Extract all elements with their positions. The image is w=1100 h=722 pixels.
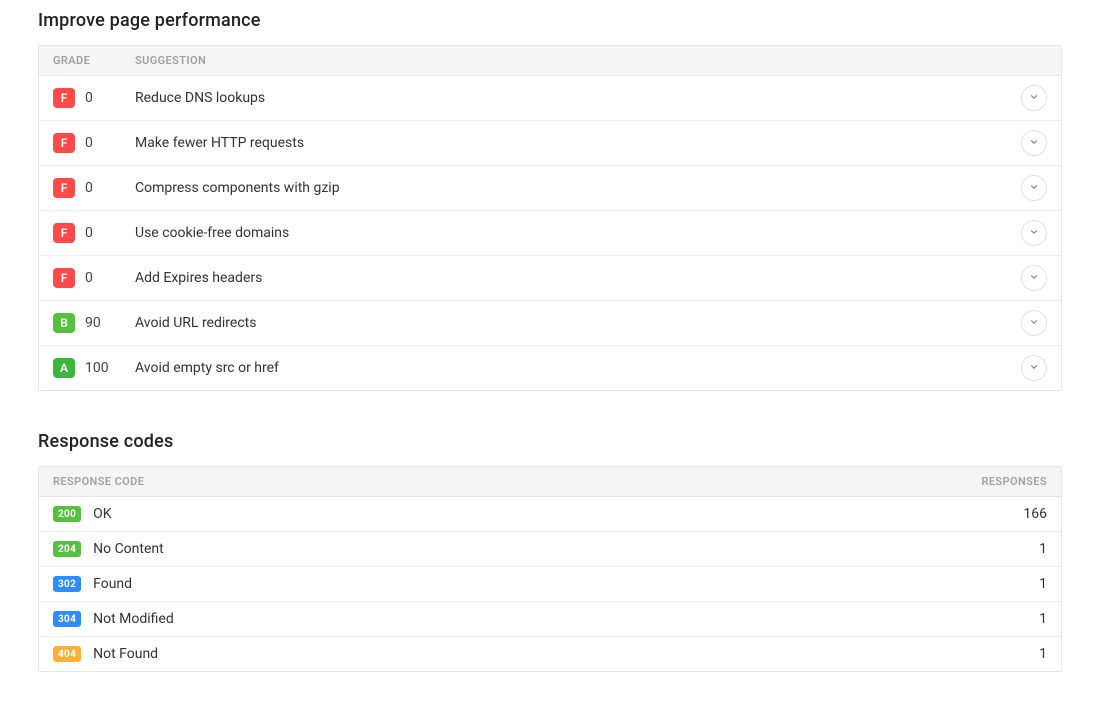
- performance-table-header: GRADE SUGGESTION: [39, 46, 1061, 76]
- expand-button[interactable]: [1021, 85, 1047, 111]
- expand-button[interactable]: [1021, 130, 1047, 156]
- grade-cell: F0: [53, 268, 135, 288]
- response-count: 1: [927, 611, 1047, 627]
- response-code-cell: 204 No Content: [53, 541, 927, 557]
- chevron-down-icon: [1029, 180, 1039, 196]
- expand-button[interactable]: [1021, 310, 1047, 336]
- header-suggestion: SUGGESTION: [135, 54, 1047, 67]
- chevron-down-icon: [1029, 315, 1039, 331]
- response-status-text: OK: [93, 506, 111, 522]
- responses-title: Response codes: [38, 431, 1062, 452]
- response-row: 304 Not Modified 1: [39, 602, 1061, 637]
- response-status-text: No Content: [93, 541, 164, 557]
- response-row: 404 Not Found 1: [39, 637, 1061, 671]
- response-code-cell: 200 OK: [53, 506, 927, 522]
- chevron-down-icon: [1029, 360, 1039, 376]
- responses-section: Response codes RESPONSE CODE RESPONSES 2…: [38, 431, 1062, 672]
- performance-row[interactable]: F0Compress components with gzip: [39, 166, 1061, 211]
- expand-button[interactable]: [1021, 220, 1047, 246]
- grade-cell: F0: [53, 178, 135, 198]
- expand-button[interactable]: [1021, 265, 1047, 291]
- grade-badge: F: [53, 178, 75, 198]
- chevron-down-icon: [1029, 270, 1039, 286]
- response-code-badge: 302: [53, 576, 81, 592]
- response-count: 1: [927, 646, 1047, 662]
- suggestion-text: Reduce DNS lookups: [135, 90, 1021, 106]
- performance-section: Improve page performance GRADE SUGGESTIO…: [38, 10, 1062, 391]
- grade-badge: F: [53, 133, 75, 153]
- suggestion-text: Compress components with gzip: [135, 180, 1021, 196]
- response-code-cell: 304 Not Modified: [53, 611, 927, 627]
- performance-row[interactable]: F0Make fewer HTTP requests: [39, 121, 1061, 166]
- performance-row[interactable]: F0Add Expires headers: [39, 256, 1061, 301]
- grade-cell: A 100: [53, 358, 135, 378]
- suggestion-text: Avoid URL redirects: [135, 315, 1021, 331]
- suggestion-text: Avoid empty src or href: [135, 360, 1021, 376]
- suggestion-text: Add Expires headers: [135, 270, 1021, 286]
- response-code-badge: 304: [53, 611, 81, 627]
- response-code-badge: 200: [53, 506, 81, 522]
- grade-score: 90: [85, 315, 101, 331]
- grade-score: 100: [85, 360, 109, 376]
- suggestion-text: Use cookie-free domains: [135, 225, 1021, 241]
- grade-cell: B 90: [53, 313, 135, 333]
- chevron-down-icon: [1029, 90, 1039, 106]
- response-count: 1: [927, 576, 1047, 592]
- response-row: 200 OK 166: [39, 497, 1061, 532]
- performance-row[interactable]: F0Use cookie-free domains: [39, 211, 1061, 256]
- header-grade: GRADE: [53, 54, 135, 67]
- chevron-down-icon: [1029, 225, 1039, 241]
- responses-table-header: RESPONSE CODE RESPONSES: [39, 467, 1061, 497]
- grade-cell: F0: [53, 223, 135, 243]
- response-count: 1: [927, 541, 1047, 557]
- performance-row[interactable]: F0Reduce DNS lookups: [39, 76, 1061, 121]
- grade-badge: F: [53, 88, 75, 108]
- grade-badge: F: [53, 223, 75, 243]
- grade-score: 0: [85, 225, 93, 241]
- expand-button[interactable]: [1021, 175, 1047, 201]
- response-count: 166: [927, 506, 1047, 522]
- performance-table: GRADE SUGGESTION F0Reduce DNS lookupsF0M…: [38, 45, 1062, 391]
- response-status-text: Not Modified: [93, 611, 174, 627]
- response-row: 302 Found 1: [39, 567, 1061, 602]
- performance-row[interactable]: A 100 Avoid empty src or href: [39, 346, 1061, 390]
- grade-score: 0: [85, 135, 93, 151]
- response-status-text: Not Found: [93, 646, 158, 662]
- chevron-down-icon: [1029, 135, 1039, 151]
- response-code-badge: 404: [53, 646, 81, 662]
- grade-score: 0: [85, 270, 93, 286]
- suggestion-text: Make fewer HTTP requests: [135, 135, 1021, 151]
- grade-badge: B: [53, 313, 75, 333]
- grade-score: 0: [85, 180, 93, 196]
- expand-button[interactable]: [1021, 355, 1047, 381]
- header-response-code: RESPONSE CODE: [53, 475, 927, 488]
- response-status-text: Found: [93, 576, 132, 592]
- response-code-badge: 204: [53, 541, 81, 557]
- response-code-cell: 404 Not Found: [53, 646, 927, 662]
- grade-cell: F0: [53, 133, 135, 153]
- grade-cell: F0: [53, 88, 135, 108]
- grade-score: 0: [85, 90, 93, 106]
- header-responses-count: RESPONSES: [927, 475, 1047, 488]
- grade-badge: F: [53, 268, 75, 288]
- grade-badge: A: [53, 358, 75, 378]
- performance-row[interactable]: B 90 Avoid URL redirects: [39, 301, 1061, 346]
- response-row: 204 No Content 1: [39, 532, 1061, 567]
- responses-table: RESPONSE CODE RESPONSES 200 OK 166 204 No Co…: [38, 466, 1062, 672]
- performance-title: Improve page performance: [38, 10, 1062, 31]
- response-code-cell: 302 Found: [53, 576, 927, 592]
